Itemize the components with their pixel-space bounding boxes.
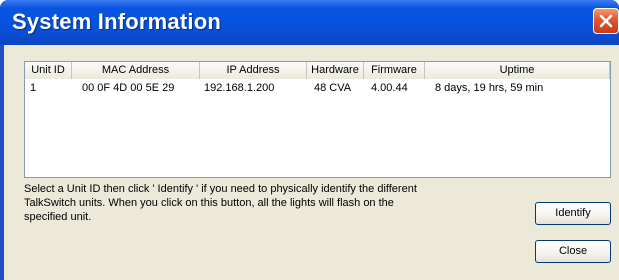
window-title: System Information	[12, 9, 221, 34]
table-row[interactable]: 1 00 0F 4D 00 5E 29 192.168.1.200 48 CVA…	[25, 80, 610, 96]
instructions-text: Select a Unit ID then click ' Identify '…	[24, 183, 417, 223]
cell-unit-id: 1	[30, 82, 37, 94]
system-information-dialog: System Information Unit ID MAC Address I…	[0, 0, 619, 280]
column-header-hardware[interactable]: Hardware	[307, 62, 364, 79]
cell-mac-address: 00 0F 4D 00 5E 29	[82, 82, 175, 94]
title-bar[interactable]: System Information	[0, 0, 619, 45]
cell-ip-address: 192.168.1.200	[204, 82, 275, 94]
column-header-uptime[interactable]: Uptime	[425, 62, 610, 79]
cell-uptime: 8 days, 19 hrs, 59 min	[435, 82, 544, 94]
column-header-unit-id[interactable]: Unit ID	[25, 62, 72, 79]
identify-button[interactable]: Identify	[535, 202, 611, 225]
column-header-mac-address[interactable]: MAC Address	[72, 62, 200, 79]
close-button[interactable]: Close	[535, 240, 611, 263]
column-header-ip-address[interactable]: IP Address	[200, 62, 307, 79]
units-list[interactable]: Unit ID MAC Address IP Address Hardware …	[24, 61, 611, 178]
dialog-body: Unit ID MAC Address IP Address Hardware …	[4, 45, 619, 280]
title-close-button[interactable]	[593, 8, 619, 34]
cell-hardware: 48 CVA	[314, 82, 352, 94]
column-header-firmware[interactable]: Firmware	[364, 62, 425, 79]
cell-firmware: 4.00.44	[371, 82, 408, 94]
close-icon	[599, 14, 613, 28]
list-header: Unit ID MAC Address IP Address Hardware …	[25, 62, 610, 79]
